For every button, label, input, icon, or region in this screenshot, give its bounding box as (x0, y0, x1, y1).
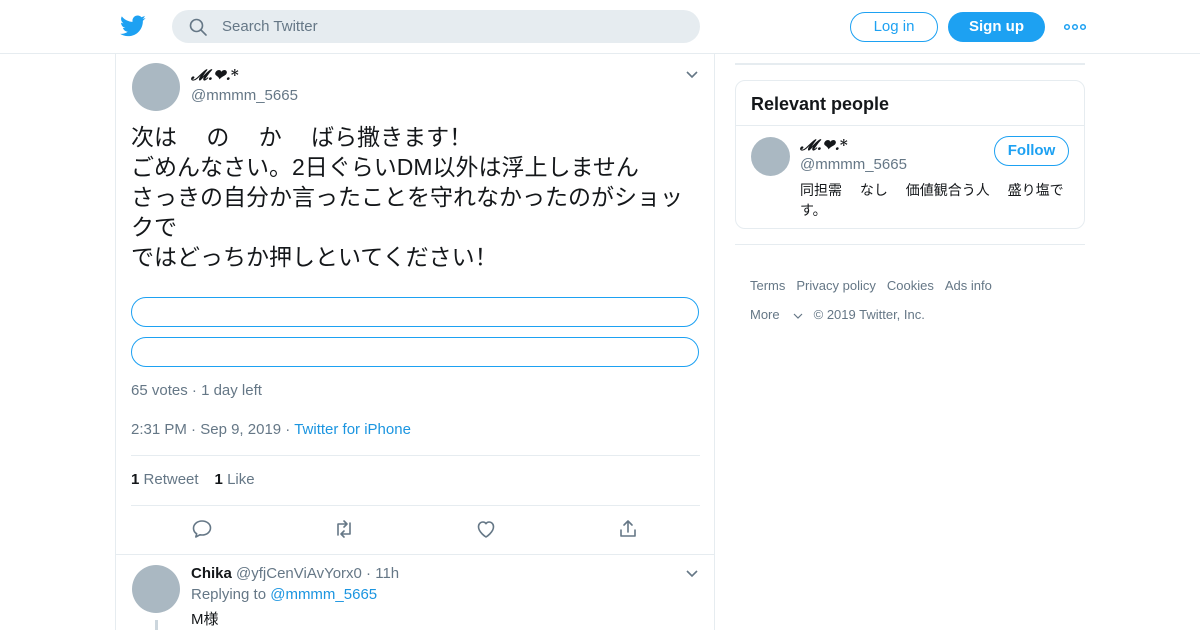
reply-handle[interactable]: @yfjCenViAvYorx0 (236, 565, 362, 582)
footer-link-ads-info[interactable]: Ads info (945, 278, 992, 293)
reply-icon[interactable] (190, 517, 214, 541)
signup-button[interactable]: Sign up (948, 12, 1045, 42)
footer-more-label[interactable]: More (750, 307, 780, 322)
footer: Terms Privacy policy Cookies Ads info More ©… (750, 278, 1080, 336)
divider (736, 125, 1084, 126)
share-icon[interactable] (616, 517, 640, 541)
tweet-column: 𝓜.❤︎.* @mmmm_5665 次は の か ばら撒きます！ ごめんなさい。… (115, 54, 715, 630)
chevron-down-icon[interactable] (685, 569, 699, 579)
tweet-text: 次は の か ばら撒きます！ ごめんなさい。2日ぐらいDM以外は浮上しません さ… (131, 122, 691, 272)
retweet-icon[interactable] (332, 517, 356, 541)
tweet-display-name[interactable]: 𝓜.❤︎.* (191, 66, 239, 84)
tweet-actions (116, 517, 716, 549)
like-icon[interactable] (474, 517, 498, 541)
thread-line (155, 620, 158, 630)
divider (735, 63, 1085, 65)
poll-meta: 65 votes · 1 day left (131, 382, 262, 399)
tweet-source-link[interactable]: Twitter for iPhone (294, 421, 411, 438)
top-navigation-bar: Search Twitter Log in Sign up (0, 0, 1200, 54)
tweet-stats: 1 Retweet 1 Like (131, 471, 255, 488)
poll-time-left: 1 day left (201, 382, 262, 399)
tweet-text-line: 次は の か ばら撒きます！ (131, 124, 473, 150)
reply-time[interactable]: 11h (375, 565, 399, 582)
reply-text: M様 (191, 611, 219, 628)
copyright: © 2019 Twitter, Inc. (813, 307, 925, 322)
avatar[interactable] (132, 63, 180, 111)
like-label[interactable]: Like (227, 471, 255, 488)
twitter-bird-icon[interactable] (120, 13, 146, 39)
reply-header: Chika @yfjCenViAvYorx0 · 11h (191, 565, 400, 582)
poll-option-1[interactable] (131, 297, 699, 327)
reply-avatar[interactable] (132, 565, 180, 613)
search-placeholder: Search Twitter (222, 18, 318, 35)
tweet-timestamp: 2:31 PM · Sep 9, 2019 · Twitter for iPho… (131, 421, 411, 438)
chevron-down-icon (793, 313, 803, 319)
tweet-date: Sep 9, 2019 (200, 421, 282, 438)
tweet-text-line: さっきの自分か言ったことを守れなかったのがショックで (131, 184, 683, 240)
retweet-count[interactable]: 1 (131, 471, 139, 488)
follow-button[interactable]: Follow (994, 136, 1069, 166)
person-handle[interactable]: @mmmm_5665 (800, 156, 907, 173)
tweet-time: 2:31 PM (131, 421, 187, 438)
person-bio: 同担需 なし 価値観合う人 盛り塩です。 (800, 182, 1064, 218)
tweet-text-line: ではどっちか押しといてください！ (131, 244, 498, 270)
poll-votes: 65 votes (131, 382, 188, 399)
footer-link-terms[interactable]: Terms (750, 278, 785, 293)
footer-link-privacy[interactable]: Privacy policy (796, 278, 875, 293)
footer-link-cookies[interactable]: Cookies (887, 278, 934, 293)
divider (131, 455, 700, 456)
replying-to-link[interactable]: @mmmm_5665 (270, 586, 377, 603)
reply-display-name[interactable]: Chika (191, 565, 232, 582)
relevant-people-title: Relevant people (751, 94, 890, 114)
replying-to: Replying to @mmmm_5665 (191, 586, 377, 603)
relevant-people-card: Relevant people 𝓜.❤︎.* @mmmm_5665 Follow… (735, 80, 1085, 229)
replying-to-label: Replying to (191, 586, 267, 603)
retweet-label[interactable]: Retweet (144, 471, 199, 488)
avatar[interactable] (751, 137, 790, 176)
chevron-down-icon[interactable] (685, 70, 699, 80)
poll-option-2[interactable] (131, 337, 699, 367)
tweet-text-line: ごめんなさい。2日ぐらいDM以外は浮上しません (131, 154, 639, 180)
divider (735, 244, 1085, 245)
divider (116, 554, 714, 555)
login-button[interactable]: Log in (850, 12, 938, 42)
tweet-handle[interactable]: @mmmm_5665 (191, 87, 298, 104)
search-icon (189, 18, 207, 36)
footer-more-link[interactable]: More (750, 307, 803, 322)
divider (131, 505, 700, 506)
person-display-name[interactable]: 𝓜.❤︎.* (800, 136, 848, 154)
more-dots-icon[interactable] (1064, 22, 1086, 32)
like-count[interactable]: 1 (215, 471, 223, 488)
search-input[interactable]: Search Twitter (172, 10, 700, 43)
